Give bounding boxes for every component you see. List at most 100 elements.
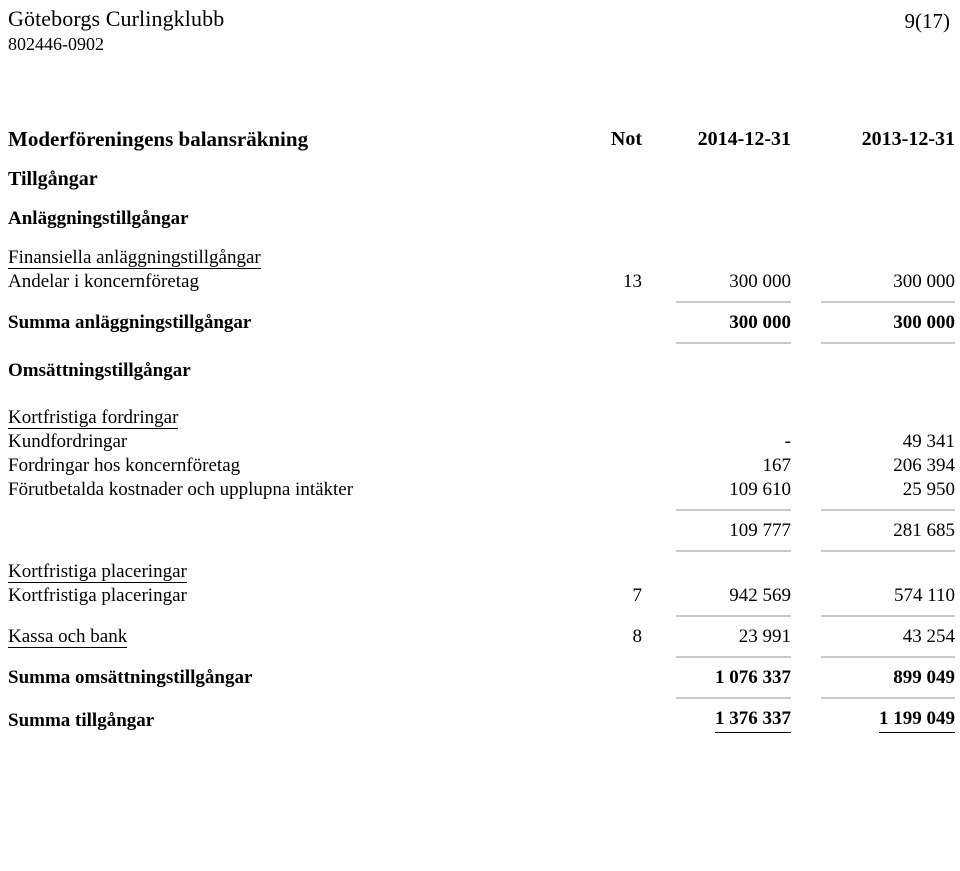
table-row-cash-and-bank: Kassa och bank 8 23 991 43 254: [0, 625, 960, 649]
row-value-previous: 206 394: [893, 455, 955, 476]
row-value-previous: 574 110: [893, 585, 955, 606]
table-row-receivables-subtotal: 109 777 281 685: [0, 519, 960, 543]
group-heading-short-term-receivables: Kortfristiga fordringar: [0, 406, 960, 430]
organization-name: Göteborgs Curlingklubb: [8, 6, 225, 31]
spacer: [0, 617, 960, 625]
rule-line-previous: [815, 690, 960, 699]
subtotal-rule: [0, 294, 960, 303]
subsection-heading-current-assets: Omsättningstillgångar: [0, 358, 960, 384]
table-row: Andelar i koncernföretag 13 300 000 300 …: [0, 270, 960, 294]
rule-line-current: [670, 294, 815, 303]
subtotal-rule: [0, 690, 960, 699]
row-value-current: 1 076 337: [715, 667, 791, 688]
statement-title: Moderföreningens balansräkning: [8, 127, 309, 151]
rule-line-previous: [815, 335, 960, 344]
spacer: [0, 192, 960, 206]
row-label: [0, 519, 530, 543]
table-row-total-assets: Summa tillgångar 1 376 337 1 199 049: [0, 707, 960, 733]
row-label: Summa omsättningstillgångar: [8, 667, 253, 688]
document-header: Göteborgs Curlingklubb 802446-0902 9(17): [8, 6, 955, 56]
group-label: Kortfristiga fordringar: [8, 407, 179, 429]
row-note: [530, 519, 670, 543]
table-row-total-fixed-assets: Summa anläggningstillgångar 300 000 300 …: [0, 311, 960, 335]
row-value-previous: 25 950: [902, 479, 955, 500]
subsection-label: Anläggningstillgångar: [8, 208, 189, 229]
row-value-previous: 300 000: [893, 271, 955, 292]
row-value-current-cell: 1 376 337: [670, 707, 815, 733]
row-value-previous: 43 254: [902, 626, 955, 647]
organization-number: 802446-0902: [8, 34, 104, 54]
row-value-current: 109 777: [729, 520, 791, 541]
subtotal-rule: [0, 608, 960, 617]
balance-sheet-table: Moderföreningens balansräkning Not 2014-…: [0, 120, 960, 733]
subsection-label: Omsättningstillgångar: [8, 360, 191, 381]
row-value-previous: 300 000: [893, 312, 955, 333]
subtotal-rule: [0, 502, 960, 511]
row-value-current: 942 569: [729, 585, 791, 606]
row-value-current: 300 000: [729, 312, 791, 333]
column-header-previous-period: 2013-12-31: [861, 128, 955, 150]
group-label-cell: Kortfristiga placeringar: [0, 560, 530, 584]
row-value-current: 1 376 337: [715, 707, 791, 733]
row-label: Andelar i koncernföretag: [8, 271, 199, 292]
organization-block: Göteborgs Curlingklubb 802446-0902: [8, 6, 224, 56]
spacer: [0, 384, 960, 406]
spacer: [0, 658, 960, 666]
row-label: Förutbetalda kostnader och upplupna intä…: [8, 479, 354, 500]
column-header-current-period: 2014-12-31: [697, 128, 791, 150]
spacer: [0, 303, 960, 311]
table-row: Kundfordringar - 49 341: [0, 430, 960, 454]
row-value-current: 109 610: [729, 479, 791, 500]
row-label: Kundfordringar: [8, 431, 128, 452]
group-heading-short-term-investments: Kortfristiga placeringar: [0, 560, 960, 584]
rule-line-previous: [815, 608, 960, 617]
spacer: [0, 552, 960, 560]
column-header-note: Not: [610, 128, 642, 150]
group-label-cell: Finansiella anläggningstillgångar: [0, 246, 530, 270]
subtotal-rule: [0, 543, 960, 552]
row-value-previous-cell: 1 199 049: [815, 707, 960, 733]
spacer: [0, 511, 960, 519]
rule-line-previous: [815, 543, 960, 552]
group-label: Finansiella anläggningstillgångar: [8, 247, 261, 269]
table-header-row: Moderföreningens balansräkning Not 2014-…: [0, 120, 960, 158]
row-value-current: 23 991: [738, 626, 791, 647]
subtotal-rule: [0, 649, 960, 658]
row-note: [530, 454, 670, 478]
rule-line-current: [670, 649, 815, 658]
rule-line-current: [670, 502, 815, 511]
row-note: [530, 311, 670, 335]
row-note: 8: [632, 626, 643, 647]
document-page: Göteborgs Curlingklubb 802446-0902 9(17)…: [0, 0, 960, 871]
spacer: [0, 699, 960, 707]
group-heading-financial-fixed-assets: Finansiella anläggningstillgångar: [0, 246, 960, 270]
rule-line-current: [670, 335, 815, 344]
row-label: Kortfristiga placeringar: [8, 585, 187, 606]
row-note: 7: [632, 585, 643, 606]
row-note: 13: [623, 271, 642, 292]
rule-line-current: [670, 608, 815, 617]
group-label: Kortfristiga placeringar: [8, 561, 187, 583]
table-row-total-current-assets: Summa omsättningstillgångar 1 076 337 89…: [0, 666, 960, 690]
rule-line-previous: [815, 502, 960, 511]
row-value-current: -: [784, 431, 791, 452]
row-label: Summa anläggningstillgångar: [8, 312, 252, 333]
row-note: [530, 478, 670, 502]
row-value-current: 167: [762, 455, 792, 476]
row-note: [530, 707, 670, 733]
table-row: Kortfristiga placeringar 7 942 569 574 1…: [0, 584, 960, 608]
rule-line-previous: [815, 294, 960, 303]
spacer: [0, 158, 960, 166]
group-label-cell: Kortfristiga fordringar: [0, 406, 530, 430]
row-value-previous: 49 341: [902, 431, 955, 452]
row-value-previous: 281 685: [893, 520, 955, 541]
row-label-cell: Kassa och bank: [0, 625, 530, 649]
rule-line-previous: [815, 649, 960, 658]
row-note: [530, 666, 670, 690]
row-label: Summa tillgångar: [8, 710, 155, 731]
row-note: [530, 430, 670, 454]
table-row: Fordringar hos koncernföretag 167 206 39…: [0, 454, 960, 478]
table-row: Förutbetalda kostnader och upplupna intä…: [0, 478, 960, 502]
row-value-previous: 1 199 049: [879, 707, 955, 733]
subtotal-rule: [0, 335, 960, 344]
